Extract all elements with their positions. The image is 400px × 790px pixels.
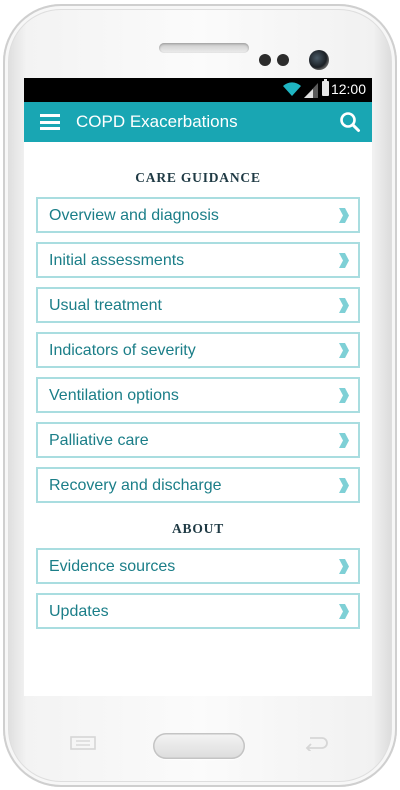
proximity-sensor	[259, 54, 271, 66]
section-title-about: ABOUT	[171, 521, 224, 536]
list-item-initial-assessments[interactable]: Initial assessments	[36, 242, 360, 278]
chevron-right-icon	[339, 388, 349, 403]
app-bar: COPD Exacerbations	[24, 102, 372, 142]
list-item-label: Recovery and discharge	[49, 477, 222, 494]
list-item-label: Palliative care	[49, 432, 149, 449]
list-item-indicators-of-severity[interactable]: Indicators of severity	[36, 332, 360, 368]
chevron-right-icon	[339, 298, 349, 313]
list-item-label: Updates	[49, 603, 109, 620]
battery-icon	[322, 79, 329, 96]
light-sensor	[277, 54, 289, 66]
chevron-right-icon	[339, 559, 349, 574]
chevron-right-icon	[339, 343, 349, 358]
front-camera	[309, 50, 329, 70]
hardware-home-button[interactable]	[153, 733, 245, 759]
menu-icon[interactable]	[40, 114, 60, 130]
wifi-icon	[283, 82, 301, 96]
app-title: COPD Exacerbations	[76, 112, 238, 131]
hardware-menu-icon[interactable]	[70, 736, 96, 750]
list-item-evidence-sources[interactable]: Evidence sources	[36, 548, 360, 584]
signal-icon	[304, 83, 318, 98]
status-bar: 12:00	[24, 78, 372, 102]
search-icon[interactable]	[338, 110, 362, 134]
list-item-overview-and-diagnosis[interactable]: Overview and diagnosis	[36, 197, 360, 233]
chevron-right-icon	[339, 478, 349, 493]
list-item-ventilation-options[interactable]: Ventilation options	[36, 377, 360, 413]
earpiece-speaker	[159, 43, 249, 53]
list-item-label: Initial assessments	[49, 252, 185, 269]
list-item-label: Indicators of severity	[49, 342, 196, 359]
list-item-updates[interactable]: Updates	[36, 593, 360, 629]
chevron-right-icon	[339, 253, 349, 268]
list-item-usual-treatment[interactable]: Usual treatment	[36, 287, 360, 323]
list-item-label: Ventilation options	[49, 387, 179, 404]
content: CARE GUIDANCE Overview and diagnosis Ini…	[24, 142, 372, 629]
chevron-right-icon	[339, 208, 349, 223]
list-item-label: Evidence sources	[49, 558, 176, 575]
status-time: 12:00	[330, 81, 366, 97]
section-title-care-guidance: CARE GUIDANCE	[135, 170, 261, 185]
hardware-back-icon[interactable]	[302, 735, 328, 751]
chevron-right-icon	[339, 604, 349, 619]
list-item-label: Overview and diagnosis	[49, 207, 219, 224]
screen: 12:00 COPD Exacerbations CARE GUIDANCE O…	[24, 78, 372, 696]
list-item-recovery-and-discharge[interactable]: Recovery and discharge	[36, 467, 360, 503]
list-item-palliative-care[interactable]: Palliative care	[36, 422, 360, 458]
chevron-right-icon	[339, 433, 349, 448]
list-item-label: Usual treatment	[49, 297, 162, 314]
